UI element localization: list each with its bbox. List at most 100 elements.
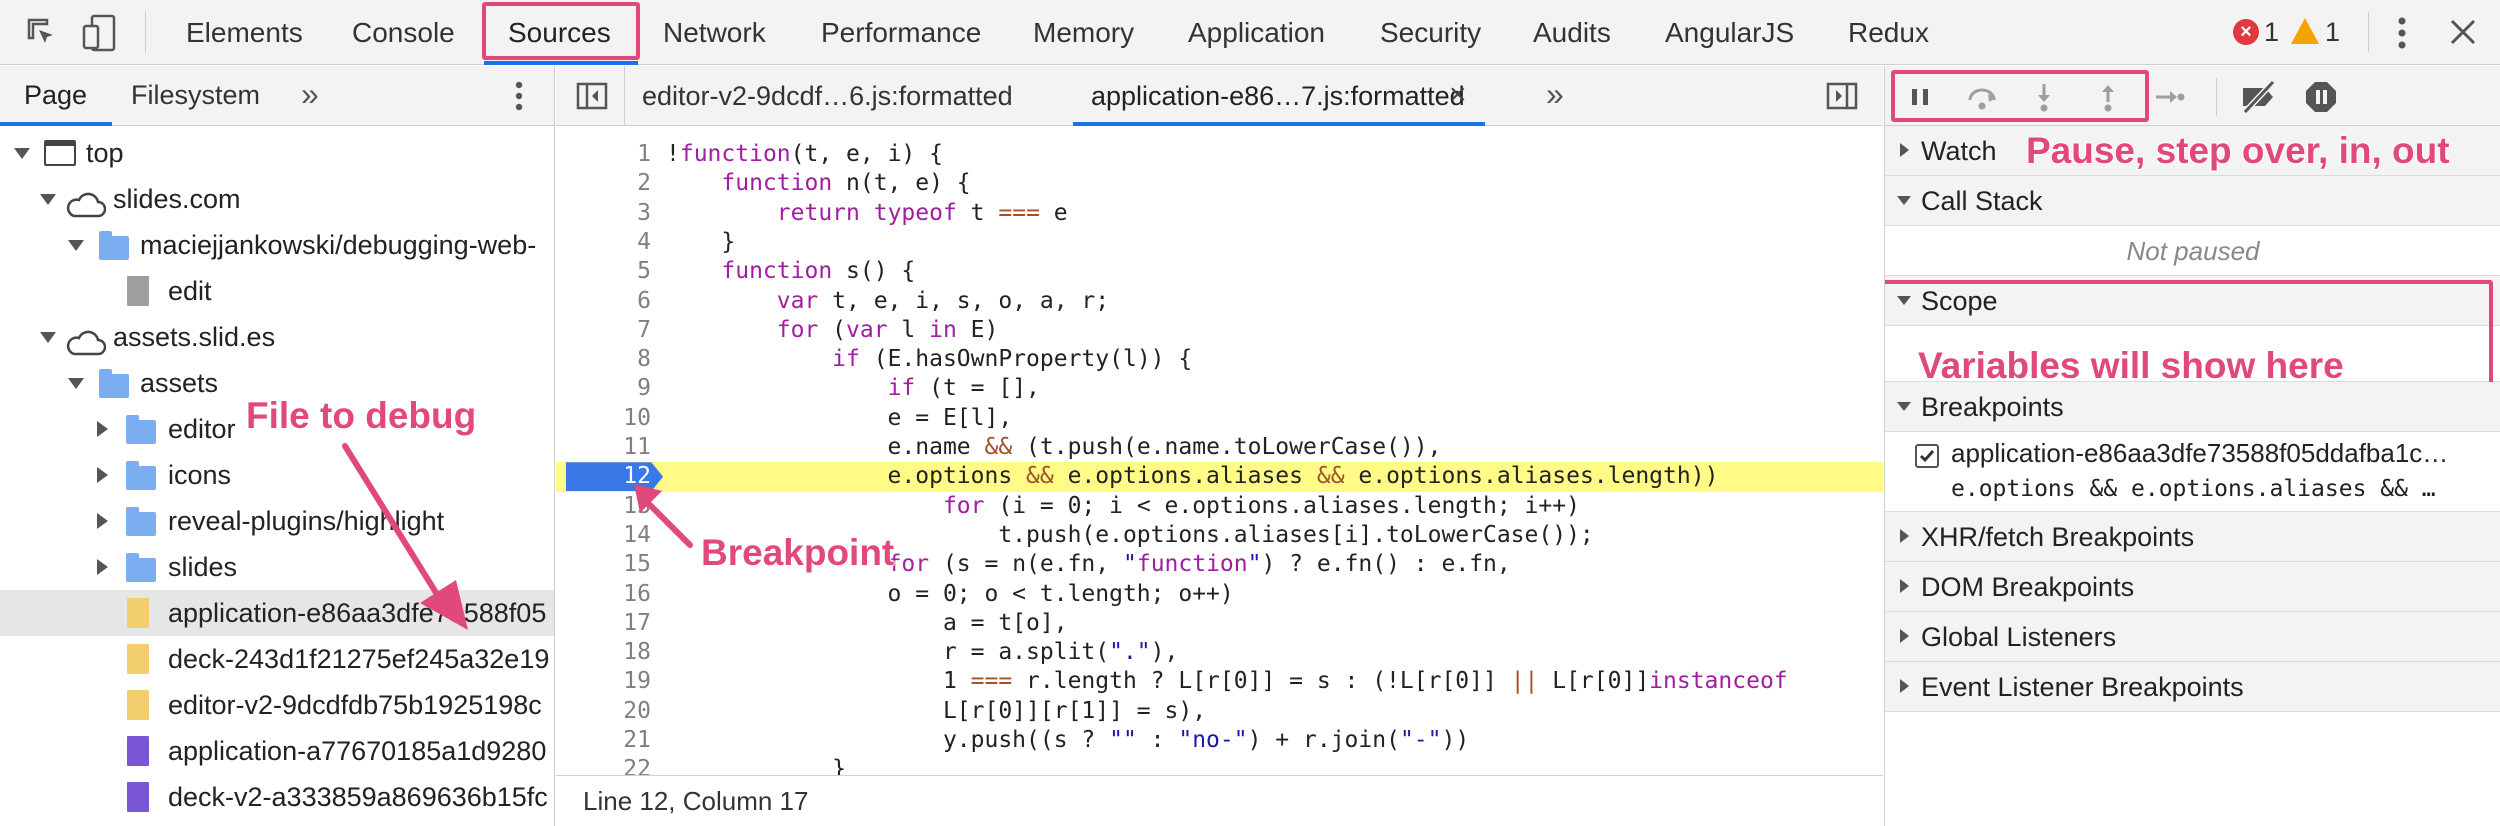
code-line[interactable]: 6 var t, e, i, s, o, a, r; [556, 287, 1883, 316]
tree-item-folder[interactable]: icons [0, 452, 554, 498]
line-number[interactable]: 1 [556, 140, 651, 169]
line-number[interactable]: 3 [556, 199, 651, 228]
tree-item-selected-file[interactable]: application-e86aa3dfe73588f05 [0, 590, 554, 636]
tree-item-top[interactable]: top [0, 130, 554, 176]
collapse-arrow-icon[interactable] [1900, 529, 1909, 543]
tab-application[interactable]: Application [1188, 0, 1325, 65]
collapse-arrow-icon[interactable] [1900, 143, 1909, 157]
code-line[interactable]: 2 function n(t, e) { [556, 169, 1883, 198]
line-number[interactable]: 13 [556, 492, 651, 521]
line-number[interactable]: 16 [556, 580, 651, 609]
breakpoint-entry[interactable]: application-e86aa3dfe73588f05ddafba1c… e… [1885, 432, 2500, 512]
line-number[interactable]: 5 [556, 257, 651, 286]
expand-arrow-icon[interactable] [40, 194, 56, 205]
collapse-arrow-icon[interactable] [1900, 679, 1909, 693]
step-icon[interactable] [2153, 80, 2187, 114]
tree-item-slides-com[interactable]: slides.com [0, 176, 554, 222]
line-number[interactable]: 18 [556, 638, 651, 667]
code-line[interactable]: 22 } [556, 755, 1883, 775]
code-line[interactable]: 19 1 === r.length ? L[r[0]] = s : (!L[r[… [556, 667, 1883, 696]
line-number[interactable]: 17 [556, 609, 651, 638]
code-line[interactable]: 8 if (E.hasOwnProperty(l)) { [556, 345, 1883, 374]
deactivate-breakpoints-icon[interactable] [2239, 79, 2276, 115]
code-line[interactable]: 18 r = a.split("."), [556, 638, 1883, 667]
tree-item-file[interactable]: deck-v2-a333859a869636b15fc [0, 774, 554, 820]
tree-item-file[interactable]: editor-v2-9dcdfdb75b1925198c [0, 682, 554, 728]
tree-item-file[interactable]: application-a77670185a1d9280 [0, 728, 554, 774]
tab-console[interactable]: Console [352, 0, 455, 65]
inspect-element-icon[interactable] [26, 17, 58, 49]
breakpoints-section[interactable]: Breakpoints [1885, 382, 2500, 432]
tab-angularjs[interactable]: AngularJS [1665, 0, 1794, 65]
tree-item-folder[interactable]: maciejjankowski/debugging-web- [0, 222, 554, 268]
code-line[interactable]: 11 e.name && (t.push(e.name.toLowerCase(… [556, 433, 1883, 462]
line-number[interactable]: 22 [556, 755, 651, 775]
collapse-arrow-icon[interactable] [97, 513, 108, 529]
code-line-breakpoint[interactable]: 12 e.options && e.options.aliases && e.o… [556, 462, 1883, 492]
tree-item-file[interactable]: deck-243d1f21275ef245a32e19 [0, 636, 554, 682]
tab-filesystem[interactable]: Filesystem [131, 66, 260, 124]
tab-memory[interactable]: Memory [1033, 0, 1134, 65]
collapse-arrow-icon[interactable] [97, 467, 108, 483]
collapse-arrow-icon[interactable] [1900, 629, 1909, 643]
tab-page[interactable]: Page [24, 66, 87, 124]
line-number[interactable]: 21 [556, 726, 651, 755]
global-listeners-section[interactable]: Global Listeners [1885, 612, 2500, 662]
tree-item-file[interactable]: edit [0, 268, 554, 314]
line-number[interactable]: 2 [556, 169, 651, 198]
line-number[interactable]: 4 [556, 228, 651, 257]
tab-performance[interactable]: Performance [821, 0, 981, 65]
line-number[interactable]: 11 [556, 433, 651, 462]
code-line[interactable]: 16 o = 0; o < t.length; o++) [556, 580, 1883, 609]
code-line[interactable]: 4 } [556, 228, 1883, 257]
line-number[interactable]: 14 [556, 521, 651, 550]
error-count[interactable]: 1 [2264, 0, 2279, 65]
more-menu-icon[interactable] [2397, 16, 2407, 50]
line-number[interactable]: 6 [556, 287, 651, 316]
tab-security[interactable]: Security [1380, 0, 1481, 65]
expand-arrow-icon[interactable] [1897, 196, 1911, 205]
expand-arrow-icon[interactable] [1897, 402, 1911, 411]
code-line[interactable]: 13 for (i = 0; i < e.options.aliases.len… [556, 492, 1883, 521]
collapse-arrow-icon[interactable] [1900, 579, 1909, 593]
more-tabs-chevron[interactable]: » [301, 66, 319, 122]
tree-item-assets-slid-es[interactable]: assets.slid.es [0, 314, 554, 360]
line-number[interactable]: 7 [556, 316, 651, 345]
collapse-arrow-icon[interactable] [97, 421, 108, 437]
line-number[interactable]: 19 [556, 667, 651, 696]
code-line[interactable]: 1 !function(t, e, i) { [556, 140, 1883, 169]
event-listener-breakpoints-section[interactable]: Event Listener Breakpoints [1885, 662, 2500, 712]
code-line[interactable]: 10 e = E[l], [556, 404, 1883, 433]
tab-elements[interactable]: Elements [186, 0, 303, 65]
tree-item-folder[interactable]: reveal-plugins/highlight [0, 498, 554, 544]
breakpoint-marker[interactable]: 12 [566, 462, 663, 492]
collapse-arrow-icon[interactable] [97, 559, 108, 575]
tab-network[interactable]: Network [663, 0, 766, 65]
pause-on-exceptions-icon[interactable] [2304, 80, 2338, 114]
code-line[interactable]: 3 return typeof t === e [556, 199, 1883, 228]
call-stack-section[interactable]: Call Stack [1885, 176, 2500, 226]
xhr-breakpoints-section[interactable]: XHR/fetch Breakpoints [1885, 512, 2500, 562]
expand-arrow-icon[interactable] [40, 332, 56, 343]
tree-item-folder[interactable]: slides [0, 544, 554, 590]
line-number[interactable]: 10 [556, 404, 651, 433]
expand-arrow-icon[interactable] [68, 378, 84, 389]
line-number[interactable]: 15 [556, 550, 651, 579]
line-number[interactable]: 20 [556, 697, 651, 726]
warning-count[interactable]: 1 [2325, 0, 2340, 65]
close-devtools-icon[interactable] [2448, 17, 2478, 47]
tab-audits[interactable]: Audits [1533, 0, 1611, 65]
tab-redux[interactable]: Redux [1848, 0, 1929, 65]
code-line[interactable]: 5 function s() { [556, 257, 1883, 286]
device-toolbar-icon[interactable] [82, 14, 118, 52]
line-number[interactable]: 8 [556, 345, 651, 374]
breakpoint-checkbox[interactable] [1915, 444, 1939, 468]
code-line[interactable]: 7 for (var l in E) [556, 316, 1883, 345]
code-line[interactable]: 17 a = t[o], [556, 609, 1883, 638]
code-line[interactable]: 21 y.push((s ? "" : "no-") + r.join("-")… [556, 726, 1883, 755]
navigator-menu-icon[interactable] [514, 80, 524, 112]
code-line[interactable]: 9 if (t = [], [556, 374, 1883, 403]
code-line[interactable]: 20 L[r[0]][r[1]] = s), [556, 697, 1883, 726]
dom-breakpoints-section[interactable]: DOM Breakpoints [1885, 562, 2500, 612]
expand-arrow-icon[interactable] [68, 240, 84, 251]
